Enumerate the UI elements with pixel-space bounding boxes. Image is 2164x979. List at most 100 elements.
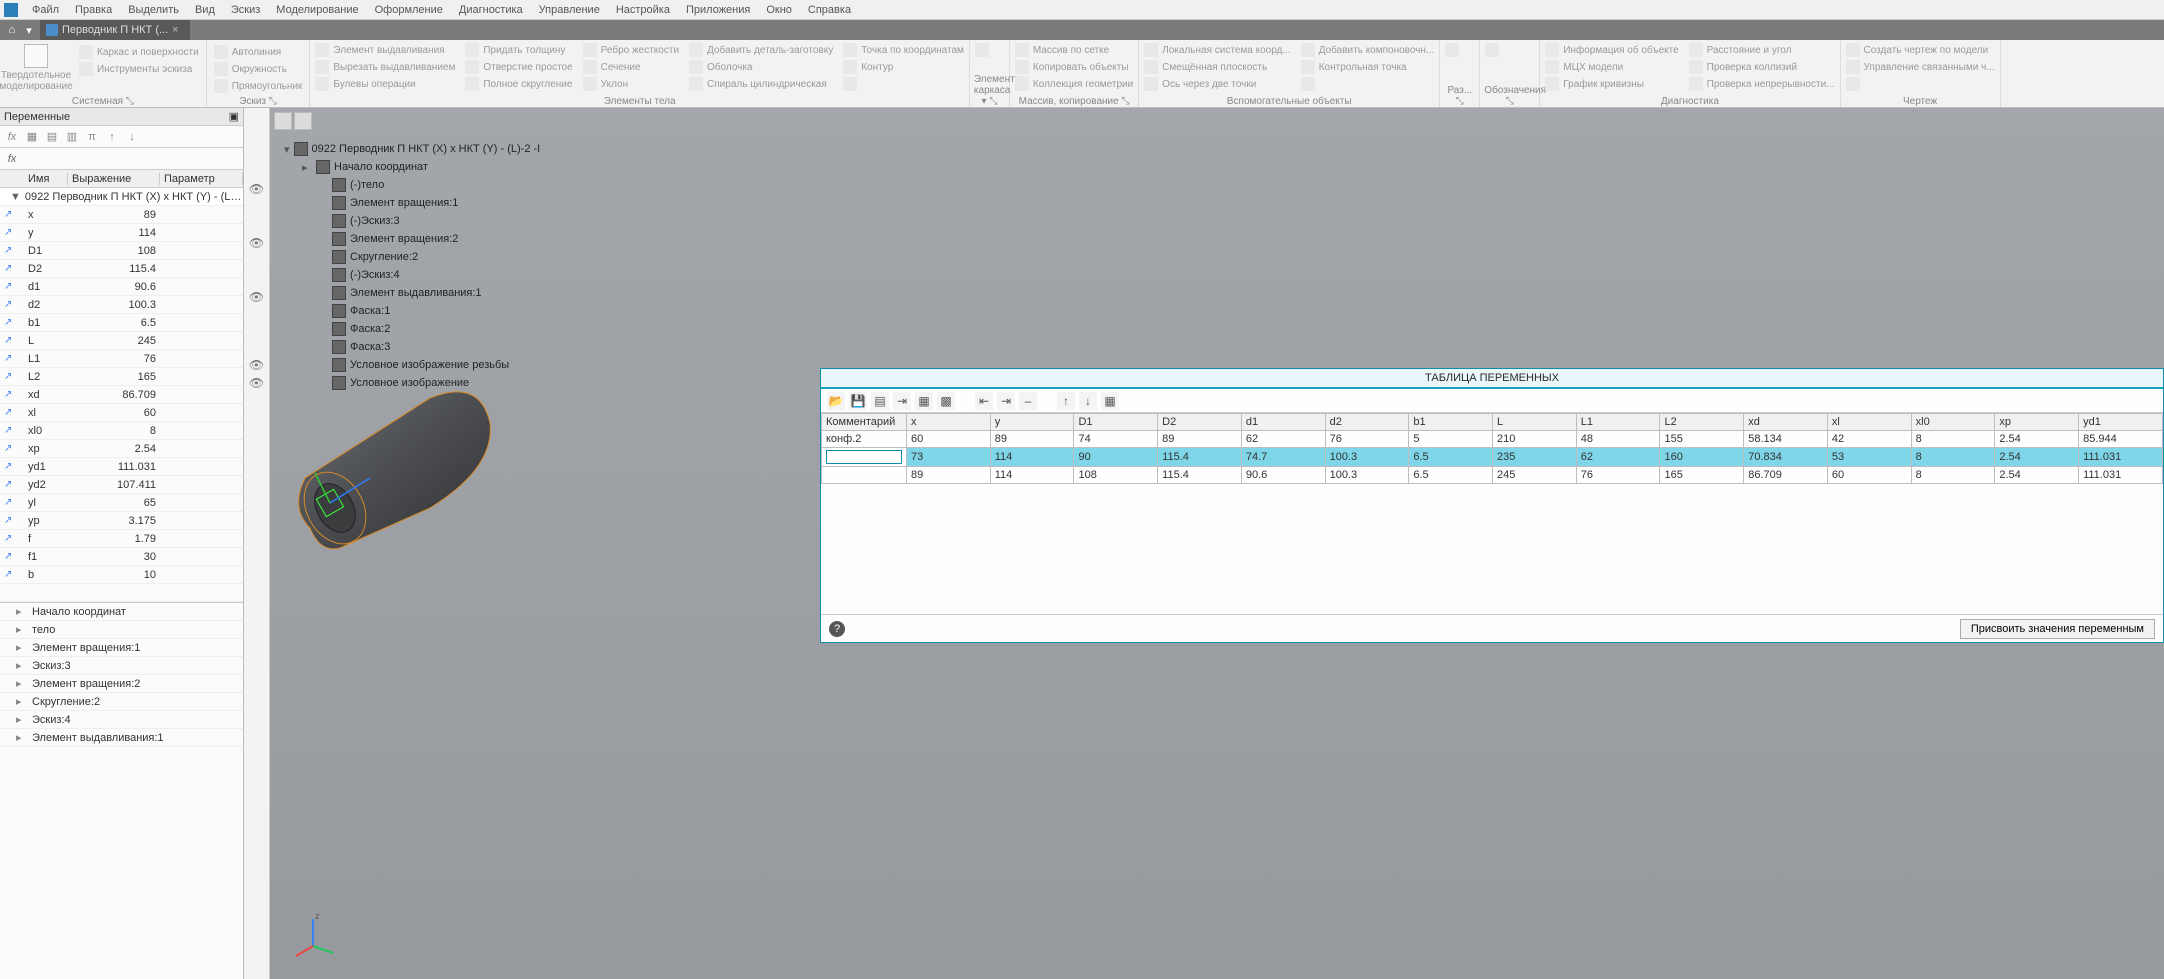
variable-row[interactable]: ↗L245	[0, 332, 243, 350]
ribbon-item[interactable]: Точка по координатам	[840, 42, 967, 58]
menu-item[interactable]: Диагностика	[451, 2, 531, 18]
vp-side-tool[interactable]	[294, 112, 312, 130]
tree-item[interactable]: ▸Начало координат	[0, 603, 243, 621]
ribbon-item[interactable]: Окружность	[211, 61, 306, 77]
variable-row[interactable]: ↗y114	[0, 224, 243, 242]
ribbon-item[interactable]: Добавить компоновочн...	[1298, 42, 1438, 58]
variable-row[interactable]: ↗f1.79	[0, 530, 243, 548]
menu-item[interactable]: Приложения	[678, 2, 758, 18]
ribbon-item[interactable]: Информация об объекте	[1542, 42, 1681, 58]
dialog-column-header[interactable]: y	[990, 414, 1074, 431]
tool-icon[interactable]: ▦	[915, 392, 933, 410]
eye-icon[interactable]: 👁	[244, 234, 269, 252]
model-tree-item[interactable]: (‑)Эскиз:3	[284, 212, 540, 230]
ribbon-item[interactable]: МЦХ модели	[1542, 59, 1681, 75]
arrow-down-icon[interactable]: ↓	[1079, 392, 1097, 410]
tree-item[interactable]: ▸Элемент выдавливания:1	[0, 729, 243, 747]
open-icon[interactable]: 📂	[827, 392, 845, 410]
variable-row[interactable]: ↗xp2.54	[0, 440, 243, 458]
ribbon-item[interactable]: Проверка коллизий	[1686, 59, 1838, 75]
variable-row[interactable]: ↗b10	[0, 566, 243, 584]
menu-item[interactable]: Выделить	[120, 2, 187, 18]
menu-item[interactable]: Окно	[758, 2, 800, 18]
dialog-grid[interactable]: КомментарийxyD1D2d1d2b1LL1L2xdxlxl0xpyd1…	[821, 413, 2163, 614]
variable-row[interactable]: ↗x89	[0, 206, 243, 224]
ribbon-item[interactable]: Добавить деталь-заготовку	[686, 42, 836, 58]
ribbon-item[interactable]: Ось через две точки	[1141, 76, 1294, 92]
eye-icon[interactable]	[244, 252, 269, 270]
tool-icon[interactable]: ⇥	[893, 392, 911, 410]
dialog-column-header[interactable]: L	[1493, 414, 1577, 431]
vp-side-tool[interactable]	[274, 112, 292, 130]
dialog-row[interactable]: 89114108115.490.6100.36.52457616586.7096…	[822, 467, 2163, 484]
dialog-column-header[interactable]: D2	[1158, 414, 1242, 431]
model-tree-item[interactable]: Скругление:2	[284, 248, 540, 266]
document-tab[interactable]: Перводник П НКТ (... ×	[40, 20, 190, 40]
variable-row[interactable]: ↗L176	[0, 350, 243, 368]
dialog-column-header[interactable]: L1	[1576, 414, 1660, 431]
grid-icon[interactable]: ▦	[1101, 392, 1119, 410]
model-tree-item[interactable]: Элемент выдавливания:1	[284, 284, 540, 302]
model-tree-item[interactable]: ▸ Начало координат	[284, 158, 540, 176]
eye-icon[interactable]	[244, 198, 269, 216]
insert-row-icon[interactable]: ⇤	[975, 392, 993, 410]
eye-icon[interactable]: 👁	[244, 374, 269, 392]
ribbon-item[interactable]: Локальная система коорд...	[1141, 42, 1294, 58]
apply-values-button[interactable]: Присвоить значения переменным	[1960, 619, 2155, 639]
tool-icon[interactable]: ▤	[871, 392, 889, 410]
tree-item[interactable]: ▸Элемент вращения:1	[0, 639, 243, 657]
ribbon-item[interactable]: Копировать объекты	[1012, 59, 1136, 75]
ribbon-item[interactable]: Контрольная точка	[1298, 59, 1438, 75]
tree-item[interactable]: ▸Элемент вращения:2	[0, 675, 243, 693]
model-tree-item[interactable]: Элемент вращения:1	[284, 194, 540, 212]
ribbon-item[interactable]: Отверстие простое	[462, 59, 575, 75]
model-tree-item[interactable]: Фаска:3	[284, 338, 540, 356]
dialog-column-header[interactable]: D1	[1074, 414, 1158, 431]
dialog-column-header[interactable]: d1	[1241, 414, 1325, 431]
dialog-column-header[interactable]: L2	[1660, 414, 1744, 431]
arrow-up-icon[interactable]: ↑	[1057, 392, 1075, 410]
menu-item[interactable]: Правка	[67, 2, 120, 18]
tree-item[interactable]: ▸Скругление:2	[0, 693, 243, 711]
ribbon-item[interactable]	[840, 76, 967, 92]
variable-row[interactable]: ↗yd1111.031	[0, 458, 243, 476]
ribbon-item[interactable]: Проверка непрерывности...	[1686, 76, 1838, 92]
eye-icon[interactable]	[244, 270, 269, 288]
tree-item[interactable]: ▸Эскиз:4	[0, 711, 243, 729]
model-tree-item[interactable]: (‑)тело	[284, 176, 540, 194]
delete-row-icon[interactable]: –	[1019, 392, 1037, 410]
toolbar-btn[interactable]: ▦	[23, 128, 41, 146]
ribbon-item[interactable]: Инструменты эскиза	[76, 61, 202, 77]
menu-item[interactable]: Оформление	[367, 2, 451, 18]
variable-row[interactable]: ↗xl60	[0, 404, 243, 422]
variable-row[interactable]: ↗D2115.4	[0, 260, 243, 278]
ribbon-item[interactable]: Придать толщину	[462, 42, 575, 58]
eye-icon[interactable]	[244, 216, 269, 234]
tool-icon[interactable]: ▩	[937, 392, 955, 410]
tree-item[interactable]: ▸Эскиз:3	[0, 657, 243, 675]
ribbon-item[interactable]	[1298, 76, 1438, 92]
menu-item[interactable]: Вид	[187, 2, 223, 18]
dialog-row[interactable]: 7311490115.474.7100.36.52356216070.83453…	[822, 448, 2163, 467]
toolbar-btn[interactable]: ▤	[43, 128, 61, 146]
variable-row[interactable]: ↗yp3.175	[0, 512, 243, 530]
model-tree-item[interactable]: Элемент вращения:2	[284, 230, 540, 248]
ribbon-item[interactable]: Расстояние и угол	[1686, 42, 1838, 58]
variable-row[interactable]: ↗xl08	[0, 422, 243, 440]
eye-icon[interactable]: 👁	[244, 180, 269, 198]
variable-row[interactable]: ↗L2165	[0, 368, 243, 386]
ribbon-item[interactable]: Оболочка	[686, 59, 836, 75]
ribbon-item[interactable]: Элемент выдавливания	[312, 42, 458, 58]
menu-item[interactable]: Моделирование	[268, 2, 366, 18]
ribbon-item[interactable]: Массив по сетке	[1012, 42, 1136, 58]
ribbon-item[interactable]: Прямоугольник	[211, 78, 306, 94]
eye-icon[interactable]: 👁	[244, 356, 269, 374]
dialog-column-header[interactable]: b1	[1409, 414, 1493, 431]
ribbon-item[interactable]: Автолиния	[211, 44, 306, 60]
variable-row[interactable]: ↗d190.6	[0, 278, 243, 296]
ribbon-item[interactable]: Полное скругление	[462, 76, 575, 92]
model-tree-root[interactable]: ▾ 0922 Перводник П НКТ (X) x НКТ (Y) - (…	[284, 140, 540, 158]
variable-row[interactable]: ↗d2100.3	[0, 296, 243, 314]
menu-item[interactable]: Настройка	[608, 2, 678, 18]
ribbon-item[interactable]: Уклон	[580, 76, 682, 92]
